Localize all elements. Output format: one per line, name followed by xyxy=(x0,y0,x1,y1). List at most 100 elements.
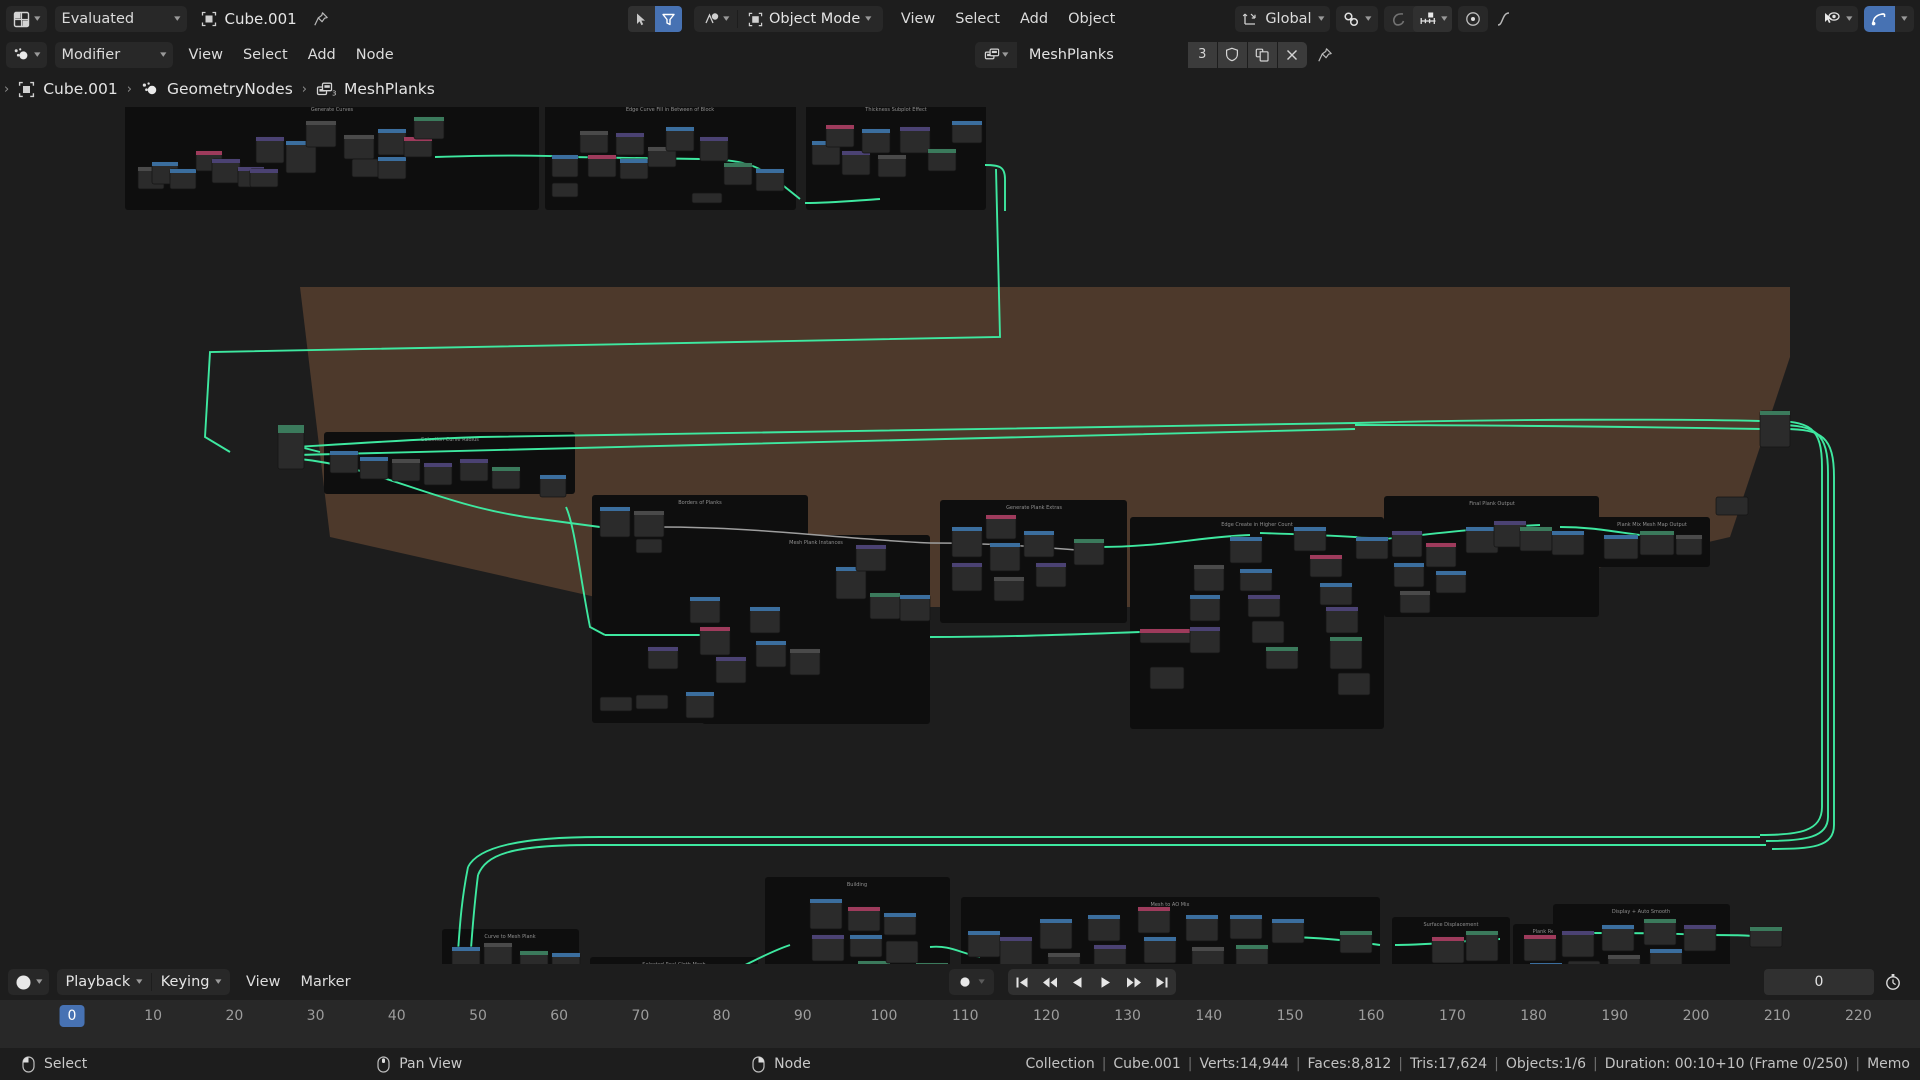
status-hint-label-select: Select xyxy=(44,1056,87,1072)
transform-orientation-dropdown[interactable]: Global ▾ xyxy=(1235,6,1330,32)
jump-to-prev-keyframe-icon[interactable] xyxy=(1036,969,1064,995)
pin-icon[interactable] xyxy=(1307,47,1343,63)
active-object-name: Cube.001 xyxy=(225,10,297,28)
node-context-dropdown[interactable]: Modifier ▾ xyxy=(55,42,173,68)
nodegroup-users-count[interactable]: 3 xyxy=(1187,42,1217,68)
node-menu-view[interactable]: View xyxy=(179,42,233,68)
editor-type-selector[interactable]: ▾ xyxy=(6,6,47,32)
stat-item: Objects:1/6 xyxy=(1506,1056,1586,1072)
menu-view[interactable]: View xyxy=(891,6,945,32)
jump-to-start-icon[interactable] xyxy=(1008,969,1036,995)
breadcrumb-separator: › xyxy=(127,82,132,97)
jump-to-end-icon[interactable] xyxy=(1148,969,1176,995)
frame-label-generate-curves: Generate Curves xyxy=(311,107,354,113)
chevron-down-icon[interactable]: ▾ xyxy=(979,977,997,987)
nodegroup-name-field[interactable]: MeshPlanks xyxy=(1017,42,1187,68)
timeline-tick: 140 xyxy=(1195,1008,1222,1024)
timeline-editor-type-selector[interactable]: ▾ xyxy=(8,969,49,995)
node-editor-type-selector[interactable]: ▾ xyxy=(6,42,47,68)
timeline-tick: 40 xyxy=(388,1008,406,1024)
timeline-tick: 50 xyxy=(469,1008,487,1024)
jump-to-next-keyframe-icon[interactable] xyxy=(1120,969,1148,995)
transform-orientation-icon xyxy=(1242,11,1258,27)
node-editor-header: ▾ Modifier ▾ View Select Add Node ▾ Mesh… xyxy=(0,38,1920,71)
snap-increment-dropdown[interactable]: ▾ xyxy=(1413,6,1453,32)
stat-item: Duration: 00:10+10 (Frame 0/250) xyxy=(1605,1056,1849,1072)
falloff-toggle[interactable] xyxy=(1458,6,1488,32)
breadcrumb-label-object: Cube.001 xyxy=(43,80,118,98)
timeline-tick: 130 xyxy=(1114,1008,1141,1024)
timeline-tick: 190 xyxy=(1601,1008,1628,1024)
timeline-tick: 70 xyxy=(631,1008,649,1024)
stat-item: Tris:17,624 xyxy=(1410,1056,1487,1072)
snap-increment-icon xyxy=(1419,11,1437,28)
timeline-tick: 120 xyxy=(1033,1008,1060,1024)
timeline-playhead[interactable]: 0 xyxy=(60,1005,85,1027)
falloff-curve-icon[interactable] xyxy=(1492,10,1516,28)
breadcrumb-item-modifier[interactable]: GeometryNodes xyxy=(141,80,293,98)
status-hint-select: Select xyxy=(22,1056,87,1073)
breadcrumb-item-nodegroup[interactable]: 3 MeshPlanks xyxy=(316,80,435,98)
frame-range-stopwatch-icon[interactable] xyxy=(1874,973,1912,991)
node-menu-node[interactable]: Node xyxy=(346,42,404,68)
play-reverse-icon[interactable] xyxy=(1064,969,1092,995)
keying-menu[interactable]: Keying ▾ xyxy=(152,974,230,990)
snap-toggle[interactable]: ▾ xyxy=(1336,6,1378,32)
playback-menu[interactable]: Playback ▾ xyxy=(57,974,151,990)
frame-label-surface-displacement: Surface Displacement xyxy=(1423,922,1478,928)
shading-mode-dropdown[interactable]: Evaluated ▾ xyxy=(55,6,187,32)
timeline-tick: 150 xyxy=(1277,1008,1304,1024)
gizmo-overlay-dropdown[interactable]: ▾ xyxy=(1895,6,1914,32)
timeline-tick: 60 xyxy=(550,1008,568,1024)
fake-user-shield-icon[interactable] xyxy=(1217,42,1247,68)
playback-label: Playback xyxy=(66,974,131,990)
nodegroup-datablock[interactable]: ▾ MeshPlanks 3 xyxy=(975,42,1307,68)
timeline-tick: 110 xyxy=(952,1008,979,1024)
breadcrumb-label-nodegroup: MeshPlanks xyxy=(344,80,435,98)
pin-icon[interactable] xyxy=(313,11,329,27)
breadcrumb-item-object[interactable]: Cube.001 xyxy=(18,80,118,98)
object-cube-icon xyxy=(18,81,35,98)
timeline-tick: 10 xyxy=(144,1008,162,1024)
chevron-down-icon: ▾ xyxy=(1441,14,1447,24)
new-copy-icon[interactable] xyxy=(1247,42,1277,68)
object-cube-icon xyxy=(201,11,217,27)
menu-add[interactable]: Add xyxy=(1010,6,1058,32)
node-group-icon[interactable]: ▾ xyxy=(975,42,1017,68)
proportional-edit-icon xyxy=(1465,11,1481,27)
node-graph[interactable]: .nf { fill:#0e0e0e; } .nfs { fill:#6b4a3… xyxy=(0,107,1920,964)
interaction-mode-icon-group[interactable]: ▾ xyxy=(698,11,735,27)
timeline-menu-marker[interactable]: Marker xyxy=(290,969,360,995)
node-menu-add[interactable]: Add xyxy=(298,42,346,68)
chevron-right-icon[interactable]: › xyxy=(4,82,9,97)
frame-label-edge-curve-fill: Edge Curve Fill in Between of Block xyxy=(626,107,714,113)
transport-controls[interactable] xyxy=(1008,969,1176,995)
gizmo-overlay-toggle[interactable] xyxy=(1864,6,1895,32)
mode-dropdown[interactable]: Object Mode ▾ xyxy=(740,11,879,27)
node-editor-canvas[interactable]: .nf { fill:#0e0e0e; } .nfs { fill:#6b4a3… xyxy=(0,107,1920,964)
chevron-down-icon: ▾ xyxy=(174,14,180,24)
frame-label-building: Building xyxy=(847,882,867,888)
unlink-x-icon[interactable] xyxy=(1277,42,1307,68)
chevron-down-icon: ▾ xyxy=(1902,14,1908,24)
viewport-visibility-dropdown[interactable]: ▾ xyxy=(1816,6,1859,32)
proportional-edit-toggle[interactable] xyxy=(1384,11,1413,28)
node-context-label: Modifier xyxy=(62,47,121,63)
timeline-tick: 200 xyxy=(1683,1008,1710,1024)
chevron-down-icon: ▾ xyxy=(1318,14,1324,24)
shading-mode-label: Evaluated xyxy=(62,11,135,27)
auto-keying-record-icon[interactable] xyxy=(949,975,981,989)
menu-select[interactable]: Select xyxy=(945,6,1010,32)
node-menu-select[interactable]: Select xyxy=(233,42,298,68)
status-hint-label-pan: Pan View xyxy=(399,1056,462,1072)
timeline-menu-view[interactable]: View xyxy=(236,969,290,995)
current-frame-field[interactable]: 0 xyxy=(1764,969,1874,995)
timeline-ruler[interactable]: 0102030405060708090100110120130140150160… xyxy=(0,1000,1920,1048)
play-icon[interactable] xyxy=(1092,969,1120,995)
cursor-select-tool[interactable] xyxy=(628,6,655,32)
top-bar: ▾ Evaluated ▾ Cube.001 xyxy=(0,0,1920,38)
filter-funnel-tool[interactable] xyxy=(655,6,682,32)
chevron-down-icon: ▾ xyxy=(36,977,42,987)
svg-text:3: 3 xyxy=(332,89,336,97)
menu-object[interactable]: Object xyxy=(1058,6,1125,32)
